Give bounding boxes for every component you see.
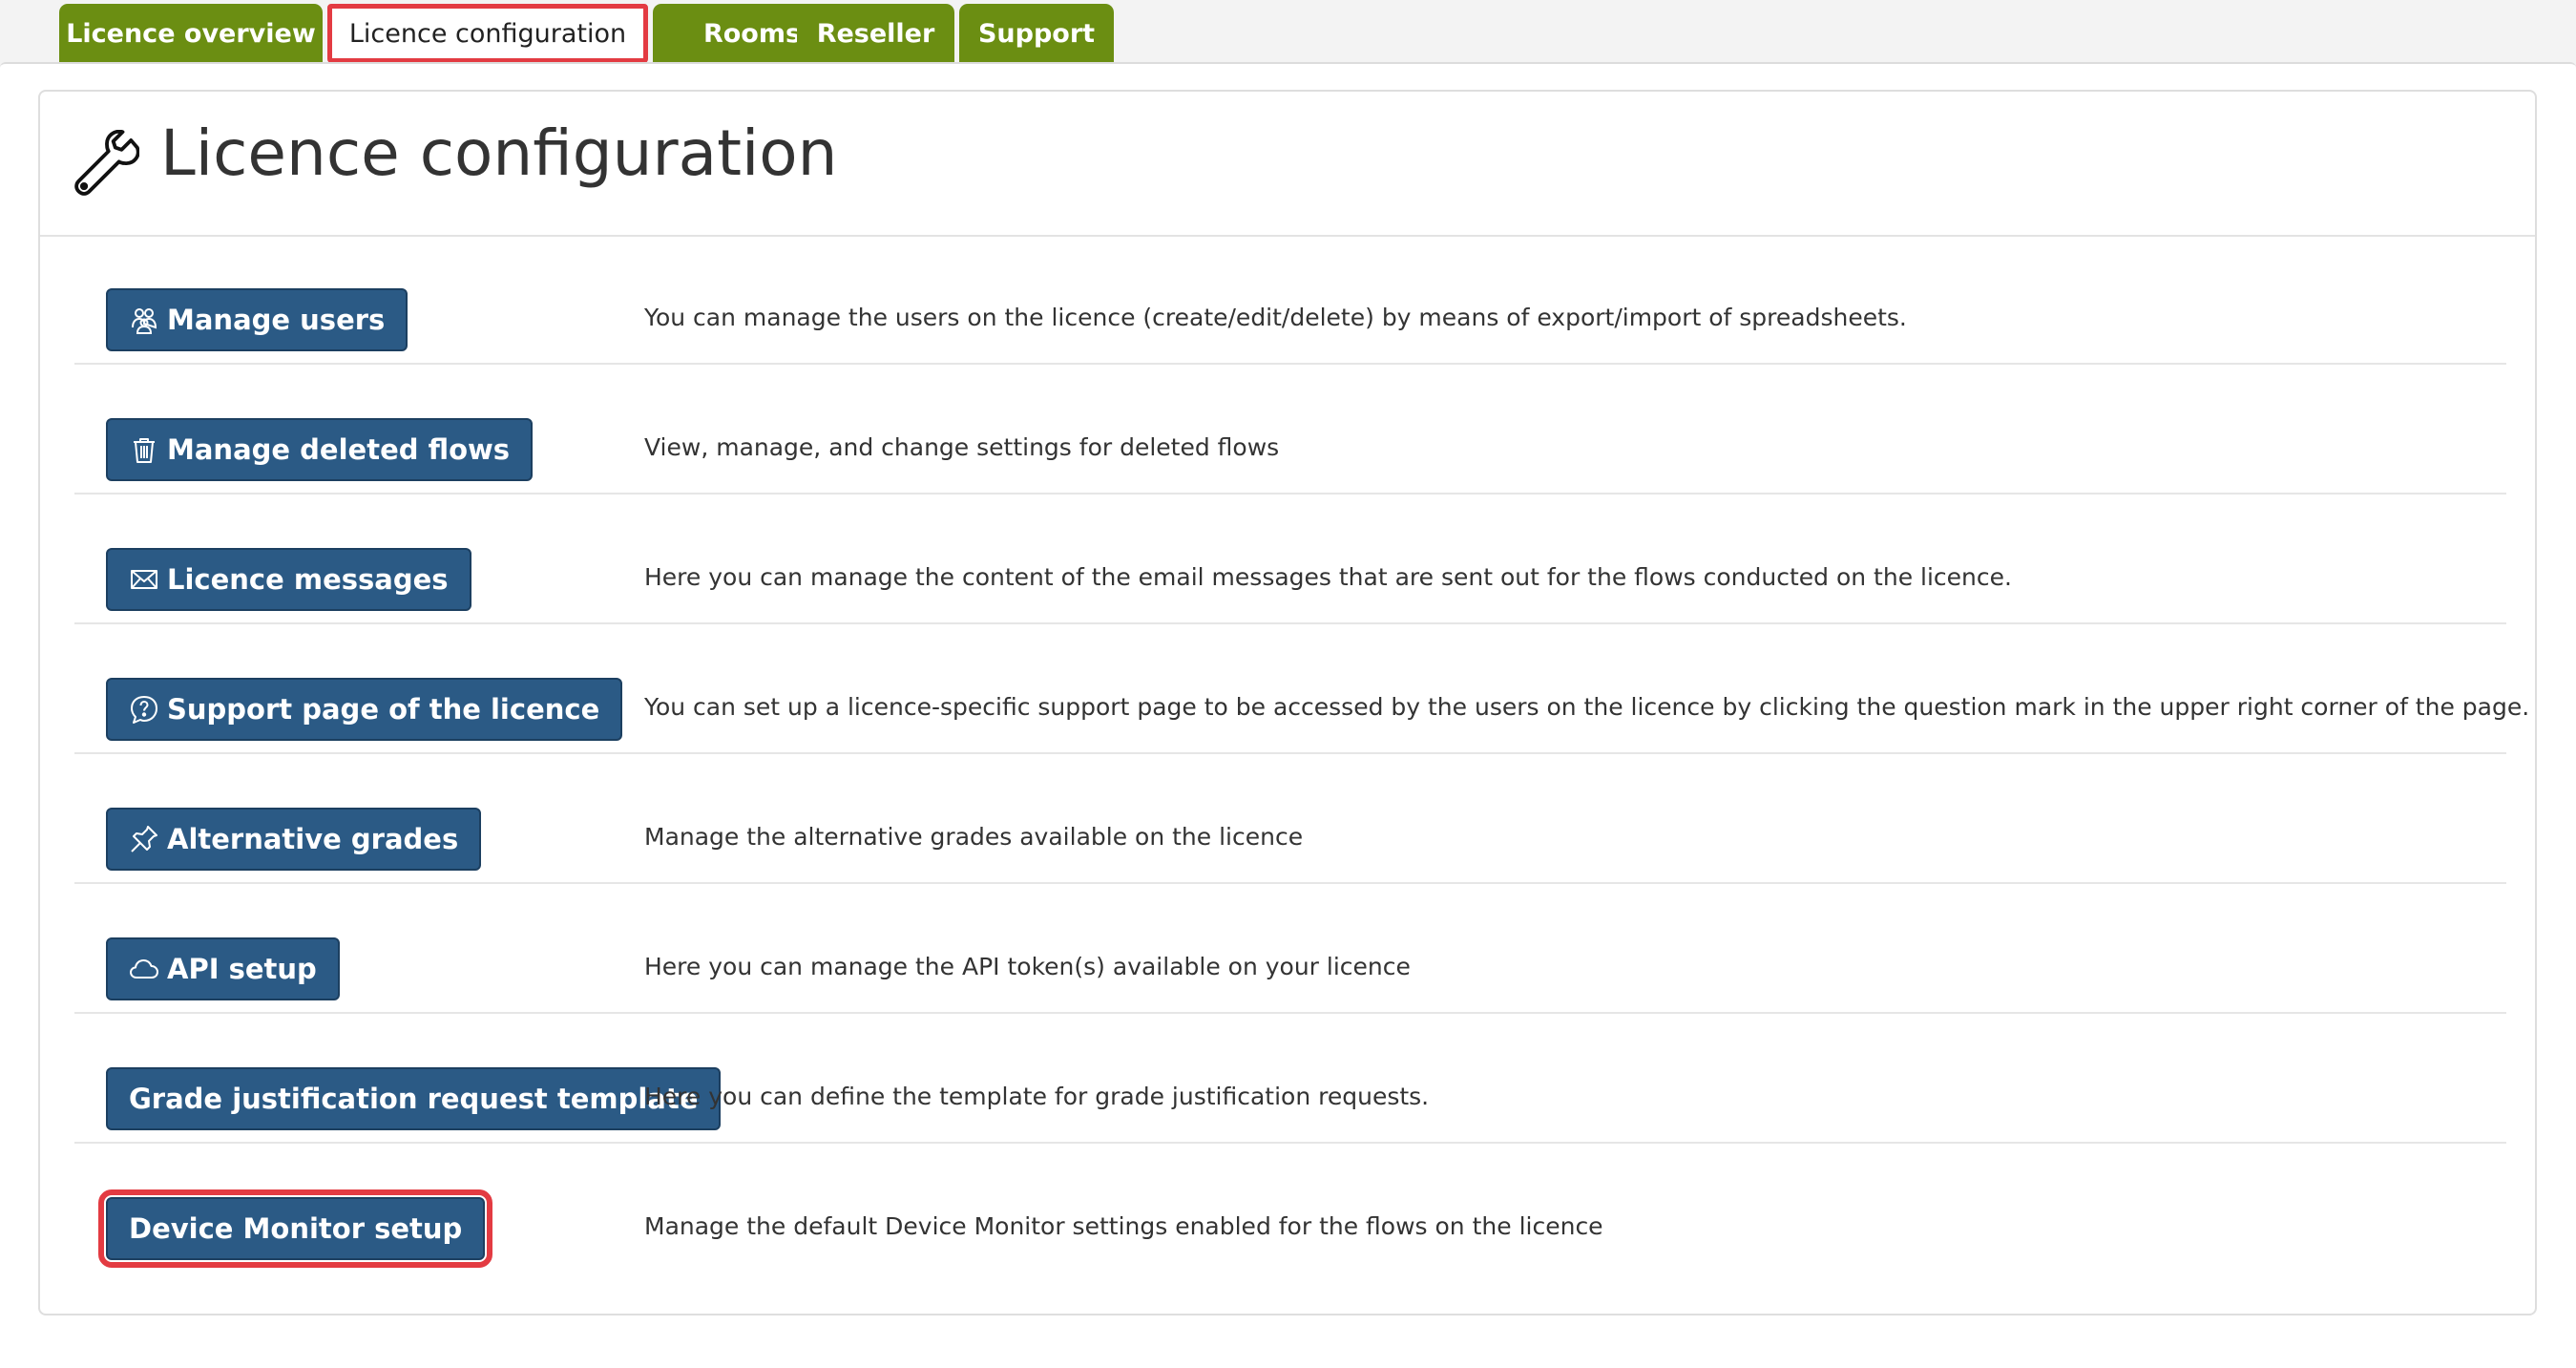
config-row-support-page: Support page of the licence You can set …	[74, 624, 2529, 754]
api-setup-button[interactable]: API setup	[106, 937, 340, 1000]
api-setup-description: Here you can manage the API token(s) ava…	[644, 953, 1411, 980]
manage-users-button[interactable]: Manage users	[106, 288, 408, 351]
users-icon	[132, 308, 157, 334]
config-row-licence-messages: Licence messages Here you can manage the…	[74, 495, 2506, 624]
tab-licence-overview[interactable]: Licence overview	[59, 4, 323, 63]
support-page-description: You can set up a licence-specific suppor…	[644, 693, 2530, 721]
manage-users-description: You can manage the users on the licence …	[644, 304, 1907, 331]
manage-deleted-flows-label: Manage deleted flows	[167, 433, 511, 466]
licence-messages-description: Here you can manage the content of the e…	[644, 563, 2012, 591]
device-monitor-setup-button[interactable]: Device Monitor setup	[97, 1189, 493, 1268]
alternative-grades-description: Manage the alternative grades available …	[644, 823, 1304, 851]
trash-icon	[134, 438, 155, 463]
config-row-grade-justification: Grade justification request template Her…	[74, 1014, 2506, 1144]
config-row-alternative-grades: Alternative grades Manage the alternativ…	[74, 754, 2506, 884]
tab-support[interactable]: Support	[959, 4, 1114, 63]
tab-licence-configuration[interactable]: Licence configuration	[327, 4, 648, 63]
config-row-manage-deleted-flows: Manage deleted flows View, manage, and c…	[74, 365, 2506, 495]
alternative-grades-label: Alternative grades	[167, 823, 459, 855]
support-page-label: Support page of the licence	[167, 693, 600, 726]
wrench-icon	[74, 130, 139, 196]
manage-users-label: Manage users	[167, 304, 386, 336]
support-page-button[interactable]: Support page of the licence	[106, 678, 623, 741]
question-bubble-icon	[131, 696, 157, 724]
api-setup-label: API setup	[167, 953, 317, 985]
licence-messages-button[interactable]: Licence messages	[106, 548, 471, 611]
grade-justification-template-label: Grade justification request template	[129, 1083, 699, 1115]
pin-icon	[131, 826, 157, 852]
device-monitor-setup-description: Manage the default Device Monitor settin…	[644, 1212, 1603, 1240]
grade-justification-template-description: Here you can define the template for gra…	[644, 1083, 1430, 1110]
config-row-api-setup: API setup Here you can manage the API to…	[74, 884, 2506, 1014]
licence-messages-label: Licence messages	[167, 563, 449, 596]
tab-reseller[interactable]: Reseller	[797, 4, 954, 63]
alternative-grades-button[interactable]: Alternative grades	[106, 808, 482, 871]
config-row-device-monitor: Device Monitor setup Manage the default …	[74, 1144, 2506, 1273]
grade-justification-template-button[interactable]: Grade justification request template	[106, 1067, 722, 1130]
configuration-card: Licence configuration Manage users You c…	[38, 90, 2537, 1315]
envelope-icon	[131, 570, 157, 589]
cloud-icon	[130, 959, 158, 979]
device-monitor-setup-label: Device Monitor setup	[129, 1212, 463, 1245]
config-row-manage-users: Manage users You can manage the users on…	[74, 235, 2506, 365]
page-title: Licence configuration	[160, 116, 838, 190]
manage-deleted-flows-description: View, manage, and change settings for de…	[644, 433, 1280, 461]
card-header: Licence configuration	[40, 92, 2535, 237]
content-panel: Licence configuration Manage users You c…	[0, 62, 2576, 1368]
manage-deleted-flows-button[interactable]: Manage deleted flows	[106, 418, 534, 481]
